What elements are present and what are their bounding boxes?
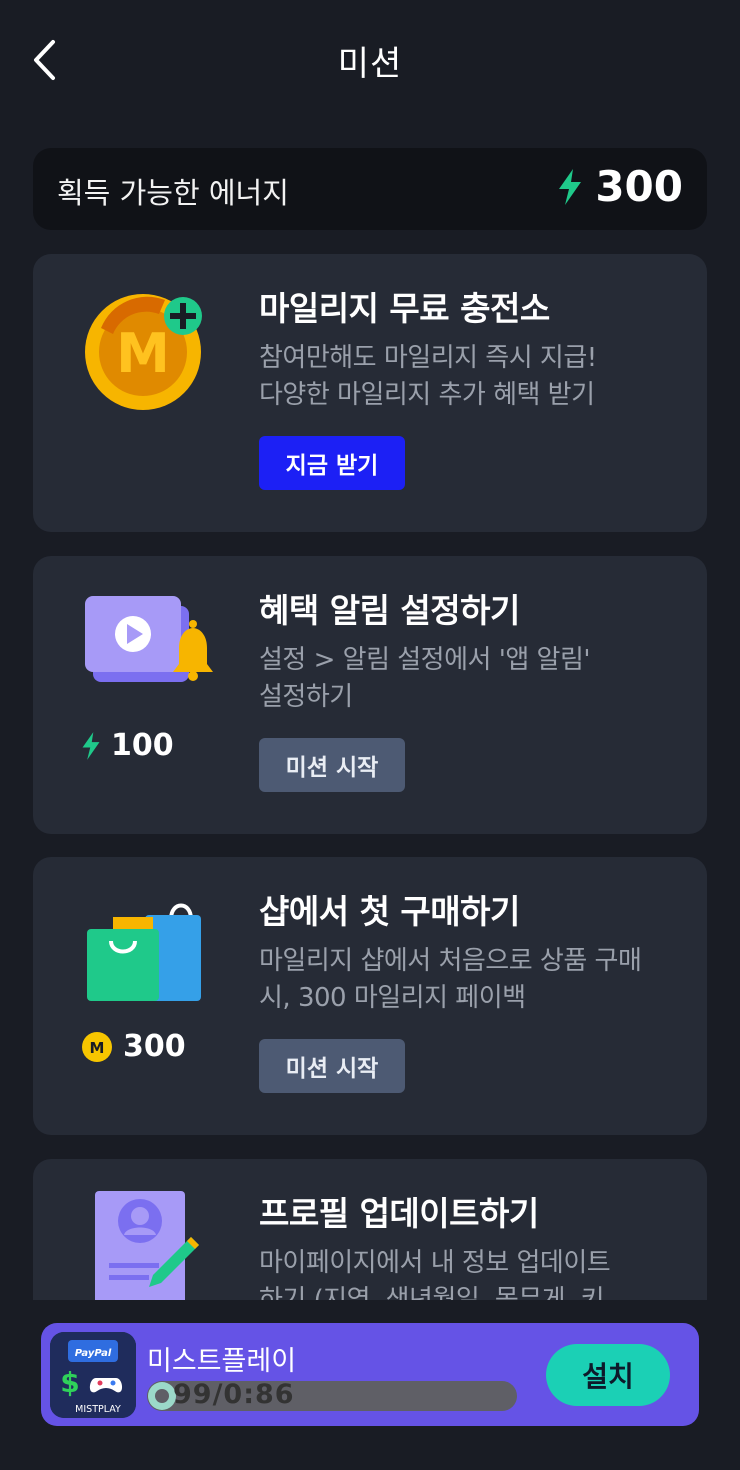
mission-description: 마일리지 샵에서 처음으로 상품 구매 시, 300 마일리지 페이백 [259,943,689,1017]
profile-document-icon [95,1191,205,1300]
mission-title: 샵에서 첫 구매하기 [259,892,520,931]
available-energy-bar: 획득 가능한 에너지 300 [33,148,707,230]
svg-text:$: $ [60,1366,79,1399]
start-mission-button[interactable]: 미션 시작 [259,1039,405,1093]
ad-app-name: 미스트플레이 [147,1346,297,1377]
mistplay-app-icon: PayPal $ MISTPLAY [50,1332,136,1418]
mission-card-notification: 100 혜택 알림 설정하기 설정 > 알림 설정에서 '앱 알림' 설정하기 … [33,556,707,834]
mission-description-line: 마이페이지에서 내 정보 업데이트 [259,1248,611,1278]
mission-title: 프로필 업데이트하기 [259,1194,539,1233]
start-mission-button[interactable]: 미션 시작 [259,738,405,792]
energy-amount: 300 [595,162,683,211]
ad-rating-text: 99/0:86 [173,1381,295,1410]
mission-title: 마일리지 무료 충전소 [259,289,550,328]
mission-description-line: 하기 (지역, 생년월일, 몸무게, 키 [259,1285,605,1300]
top-bar: 미션 [0,0,740,120]
mission-description-line: 마일리지 샵에서 처음으로 상품 구매 [259,946,642,976]
mission-card-mileage-station: M 마일리지 무료 충전소 참여만해도 마일리지 즉시 지급! 다양한 마일리지… [33,254,707,532]
mileage-coin-icon: M [82,1031,112,1062]
paypal-badge-text: PayPal [75,1348,112,1359]
video-notification-icon [73,592,223,702]
get-now-button[interactable]: 지금 받기 [259,436,405,490]
mission-title: 혜택 알림 설정하기 [259,591,520,630]
mission-description: 참여만해도 마일리지 즉시 지급! 다양한 마일리지 추가 혜택 받기 [259,340,689,414]
mission-description-line: 설정 > 알림 설정에서 '앱 알림' [259,645,591,675]
page-title: 미션 [337,44,403,84]
energy-label: 획득 가능한 에너지 [57,176,289,210]
lightning-icon [559,168,582,205]
mission-description-line: 시, 300 마일리지 페이백 [259,983,526,1013]
svg-text:M: M [116,322,170,385]
mileage-coin-icon: M [73,284,213,424]
mileage-reward: M 300 [81,1029,186,1064]
reward-amount: 100 [111,728,174,763]
mistplay-brand-text: MISTPLAY [75,1404,121,1415]
shopping-bag-icon [73,901,223,1005]
mission-description-line: 다양한 마일리지 추가 혜택 받기 [259,380,595,410]
install-button[interactable]: 설치 [546,1344,670,1406]
lightning-icon [82,731,100,760]
ad-rating-bar: 99/0:86 [147,1381,517,1411]
mission-description-line: 참여만해도 마일리지 즉시 지급! [259,343,597,373]
energy-value: 300 [557,162,683,211]
mission-description-line: 설정하기 [259,682,353,712]
svg-text:M: M [90,1039,105,1057]
mission-description: 설정 > 알림 설정에서 '앱 알림' 설정하기 [259,642,689,716]
mission-description: 마이페이지에서 내 정보 업데이트 하기 (지역, 생년월일, 몸무게, 키 [259,1245,689,1300]
mission-card-first-purchase: M 300 샵에서 첫 구매하기 마일리지 샵에서 처음으로 상품 구매 시, … [33,857,707,1135]
ad-banner[interactable]: PayPal $ MISTPLAY 미스트플레이 99/0:86 설치 [41,1323,699,1426]
reward-amount: 300 [123,1029,186,1064]
energy-reward: 100 [81,728,174,763]
mission-card-profile-update: 프로필 업데이트하기 마이페이지에서 내 정보 업데이트 하기 (지역, 생년월… [33,1159,707,1300]
